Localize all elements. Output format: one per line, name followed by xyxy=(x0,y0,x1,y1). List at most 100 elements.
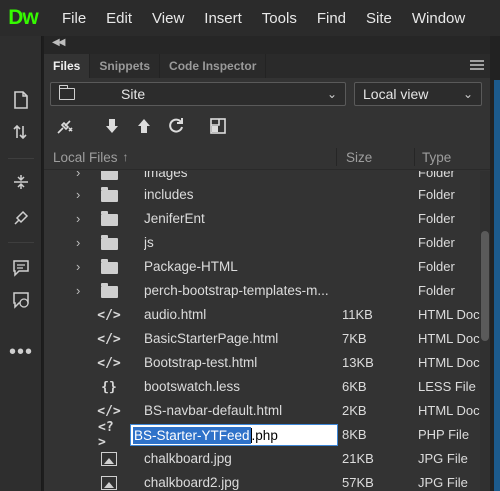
rename-input[interactable]: BS-Starter-YTFeed .php xyxy=(130,424,338,446)
site-toolbar: Site ⌄ Local view ⌄ xyxy=(44,78,490,110)
file-type: HTML Doc xyxy=(418,331,480,346)
file-name: chalkboard2.jpg xyxy=(144,475,240,490)
file-row-perch-templates[interactable]: › perch-bootstrap-templates-m... Folder xyxy=(44,279,480,303)
rename-selected-text: BS-Starter-YTFeed xyxy=(133,426,251,444)
file-type: JPG File xyxy=(418,475,468,490)
file-transfer-icon[interactable] xyxy=(9,120,33,144)
file-row-bootswatch[interactable]: {} bootswatch.less 6KB LESS File xyxy=(44,375,480,399)
expand-arrow-icon[interactable]: › xyxy=(76,211,80,226)
column-type[interactable]: Type xyxy=(422,144,451,170)
file-row-basicstarterpage[interactable]: </> BasicStarterPage.html 7KB HTML Doc xyxy=(44,327,480,351)
file-row-audio[interactable]: </> audio.html 11KB HTML Doc xyxy=(44,303,480,327)
braces-file-icon: {} xyxy=(101,379,117,395)
php-file-icon: <?> xyxy=(98,420,114,450)
file-type: Folder xyxy=(418,259,455,274)
menu-bar: Dw File Edit View Insert Tools Find Site… xyxy=(0,0,500,36)
new-document-icon[interactable] xyxy=(9,88,33,112)
file-type: HTML Doc xyxy=(418,403,480,418)
file-size: 11KB xyxy=(342,307,373,322)
file-size: 21KB xyxy=(342,451,374,466)
site-dropdown-value: Site xyxy=(121,86,146,102)
file-type: HTML Doc xyxy=(418,307,480,322)
expand-arrow-icon[interactable]: › xyxy=(76,187,80,202)
file-row-bootstrap-test[interactable]: </> Bootstrap-test.html 13KB HTML Doc xyxy=(44,351,480,375)
view-dropdown-value: Local view xyxy=(363,86,429,102)
tab-code-inspector[interactable]: Code Inspector xyxy=(160,54,267,78)
expand-arrow-icon[interactable]: › xyxy=(76,235,80,250)
expand-arrow-icon[interactable]: › xyxy=(76,283,80,298)
format-source-icon[interactable] xyxy=(9,206,33,230)
menu-window[interactable]: Window xyxy=(402,0,475,36)
file-name: js xyxy=(144,235,154,250)
collapse-panel-icon[interactable]: ◀◀ xyxy=(52,37,65,48)
toolbar-collapse[interactable] xyxy=(0,36,42,54)
file-name: images xyxy=(144,171,188,180)
file-name: audio.html xyxy=(144,307,207,322)
menu-tools[interactable]: Tools xyxy=(252,0,307,36)
image-file-icon xyxy=(98,450,120,468)
file-type: PHP File xyxy=(418,427,470,442)
expand-panel-icon[interactable] xyxy=(206,114,230,138)
code-file-icon: </> xyxy=(97,403,121,419)
panel-menu-icon[interactable] xyxy=(470,60,484,72)
expand-collapse-icon[interactable] xyxy=(9,170,33,194)
menu-view[interactable]: View xyxy=(142,0,194,36)
refresh-icon[interactable] xyxy=(164,114,188,138)
menu-find[interactable]: Find xyxy=(307,0,356,36)
menu-site[interactable]: Site xyxy=(356,0,402,36)
column-local-files[interactable]: Local Files ↑ xyxy=(53,144,129,170)
file-row-package-html[interactable]: › Package-HTML Folder xyxy=(44,255,480,279)
tab-snippets[interactable]: Snippets xyxy=(90,54,161,78)
file-type: Folder xyxy=(418,171,455,180)
file-type: Folder xyxy=(418,235,455,250)
tab-files[interactable]: Files xyxy=(44,54,91,78)
file-name: includes xyxy=(144,187,194,202)
site-dropdown[interactable]: Site ⌄ xyxy=(50,82,346,106)
file-name: bootswatch.less xyxy=(144,379,241,394)
file-size: 2KB xyxy=(342,403,367,418)
file-row-chalkboard[interactable]: chalkboard.jpg 21KB JPG File xyxy=(44,447,480,471)
file-type: Folder xyxy=(418,283,455,298)
code-file-icon: </> xyxy=(97,355,121,371)
file-row-chalkboard2[interactable]: chalkboard2.jpg 57KB JPG File xyxy=(44,471,480,491)
folder-icon xyxy=(98,171,120,182)
remove-comment-icon[interactable] xyxy=(9,288,33,312)
file-name: chalkboard.jpg xyxy=(144,451,232,466)
column-local-files-label: Local Files xyxy=(53,149,118,165)
file-row-js[interactable]: › js Folder xyxy=(44,231,480,255)
file-list-scrollbar[interactable] xyxy=(480,171,490,491)
file-row-includes[interactable]: › includes Folder xyxy=(44,183,480,207)
folder-icon xyxy=(98,234,120,252)
file-type: LESS File xyxy=(418,379,476,394)
expand-arrow-icon[interactable]: › xyxy=(76,259,80,274)
scrollbar-thumb[interactable] xyxy=(481,231,489,341)
file-name: Bootstrap-test.html xyxy=(144,355,258,370)
put-files-icon[interactable] xyxy=(132,114,156,138)
folder-icon xyxy=(98,210,120,228)
chevron-down-icon: ⌄ xyxy=(462,87,473,101)
sort-ascending-icon: ↑ xyxy=(122,150,129,164)
file-list: › images Folder › includes Folder › Jeni… xyxy=(44,171,480,491)
code-file-icon: </> xyxy=(97,331,121,347)
left-toolbar: ••• xyxy=(0,36,42,491)
image-file-icon xyxy=(98,474,120,491)
code-file-icon: </> xyxy=(97,307,121,323)
disconnect-icon[interactable] xyxy=(54,114,78,138)
column-size[interactable]: Size xyxy=(346,144,372,170)
file-row-jeniferent[interactable]: › JeniferEnt Folder xyxy=(44,207,480,231)
comment-icon[interactable] xyxy=(9,256,33,280)
file-type: JPG File xyxy=(418,451,468,466)
menu-edit[interactable]: Edit xyxy=(96,0,142,36)
menu-insert[interactable]: Insert xyxy=(194,0,252,36)
file-size: 13KB xyxy=(342,355,374,370)
file-name: BS-navbar-default.html xyxy=(144,403,283,418)
dreamweaver-logo: Dw xyxy=(6,1,40,35)
more-options-icon[interactable]: ••• xyxy=(9,340,33,364)
document-area-accent xyxy=(494,80,500,491)
expand-arrow-icon[interactable]: › xyxy=(76,171,80,180)
view-dropdown[interactable]: Local view ⌄ xyxy=(354,82,482,106)
menu-file[interactable]: File xyxy=(52,0,96,36)
panel-tabs: Files Snippets Code Inspector xyxy=(44,54,490,78)
file-row-bs-starter-ytfeed[interactable]: <?> BS-Starter-YTFeed .php 8KB PHP File xyxy=(44,420,480,450)
get-files-icon[interactable] xyxy=(100,114,124,138)
